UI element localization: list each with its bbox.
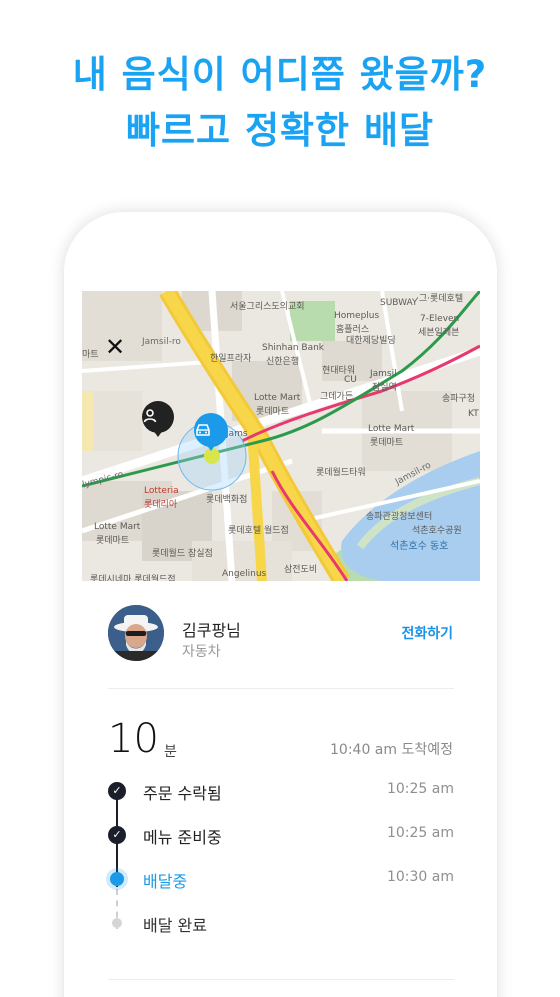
map-label: Shinhan Bank [262,343,325,353]
courier-photo [108,605,164,661]
courier-panel: 김쿠팡님 자동차 전화하기 [82,581,480,691]
map-label: 롯데리아 [144,500,178,510]
map-label: Jamsil [370,369,397,379]
map-label: 잠실역 [372,383,397,393]
step-time: 10:25 am [386,825,454,841]
map-label: 세븐일레븐 [418,328,460,338]
map-label: 그데가든 [320,392,354,402]
step-menu-preparing: ✓ 메뉴 준비중 10:25 am [108,820,454,850]
courier-name: 김쿠팡님 [182,621,241,640]
map-label: 석촌호수 동호 [390,541,449,552]
active-dot-icon [110,872,124,886]
step-delivering: 배달중 10:30 am [108,864,454,894]
step-label: 배달중 [143,872,188,891]
courier-vehicle: 자동차 [182,644,221,660]
map-label: Angelinus [222,569,267,579]
person-icon [143,409,157,423]
eta-unit: 분 [164,744,177,760]
close-icon[interactable]: ✕ [104,335,126,359]
map-label: 석촌호수공원 [412,526,462,536]
map-label: Homeplus [334,311,380,321]
map-label: 신한은행 [266,357,300,367]
map-label: 송파구청 [442,394,476,404]
map-label: SUBWAY [380,298,418,308]
step-time: 10:30 am [386,869,454,885]
map-label: 롯데마트 [256,407,290,417]
headline-line-2: 빠르고 정확한 배달 [125,109,435,152]
eta-arrival-time: 10:40 am 도착예정 [330,742,453,758]
map-label: Lotte Mart [94,522,141,532]
map-label: ·그·롯데호텔 [416,294,464,304]
map-label: CU [344,375,357,385]
map-label: Lotte Mart [368,424,415,434]
car-glyph-icon [196,424,210,436]
promo-headline: 내 음식이 어디쯤 왔을까? 빠르고 정확한 배달 [0,50,560,157]
map-label: 송파관광정보센터 [366,512,433,522]
map-label: 마트 [82,350,99,360]
user-pin-icon[interactable] [142,401,174,437]
car-icon[interactable] [194,413,228,451]
map-label: Jamsil-ro [142,337,181,347]
map-label: Lotteria [144,486,179,496]
avatar [108,605,164,661]
headline-line-1: 내 음식이 어디쯤 왔을까? [72,53,488,96]
map-label: KT [468,409,479,419]
map-label: Lotte Mart [254,393,301,403]
map-label: 7-Eleven [420,314,460,324]
step-label: 배달 완료 [143,916,207,935]
map-label: 롯데월드타워 [316,468,366,478]
step-delivered: 배달 완료 [108,908,454,938]
check-icon: ✓ [108,782,126,800]
map-label: 서울그리스도의교회 [230,302,305,312]
map-label: 한일프라자 [210,354,252,364]
map-label: 삼전도비 [284,565,318,575]
map-label: Jams [226,429,248,439]
check-icon: ✓ [108,826,126,844]
delivery-map[interactable]: 서울그리스도의교회 Homeplus 홈플러스 SUBWAY ·그·롯데호텔 대… [82,291,480,581]
app-screen: 서울그리스도의교회 Homeplus 홈플러스 SUBWAY ·그·롯데호텔 대… [82,291,480,997]
map-label: 대한제당빌딩 [346,336,396,346]
call-button[interactable]: 전화하기 [401,623,453,643]
pending-dot-icon [112,918,122,928]
divider [108,979,454,980]
map-label: 롯데백화점 [206,495,248,505]
map-label: 롯데월드 잠실점 [152,549,213,559]
divider [108,688,454,689]
step-order-accepted: ✓ 주문 수락됨 10:25 am [108,776,454,806]
map-label: 롯데마트 [96,536,130,546]
map-label: 롯데시네마 롯데월드점 [90,575,176,581]
step-time: 10:25 am [386,781,454,797]
step-label: 메뉴 준비중 [143,828,222,847]
map-label: 롯데호텔 월드점 [228,526,289,536]
eta-minutes: 10 [108,716,159,762]
map-label: 롯데마트 [370,438,404,448]
step-label: 주문 수락됨 [143,784,222,803]
